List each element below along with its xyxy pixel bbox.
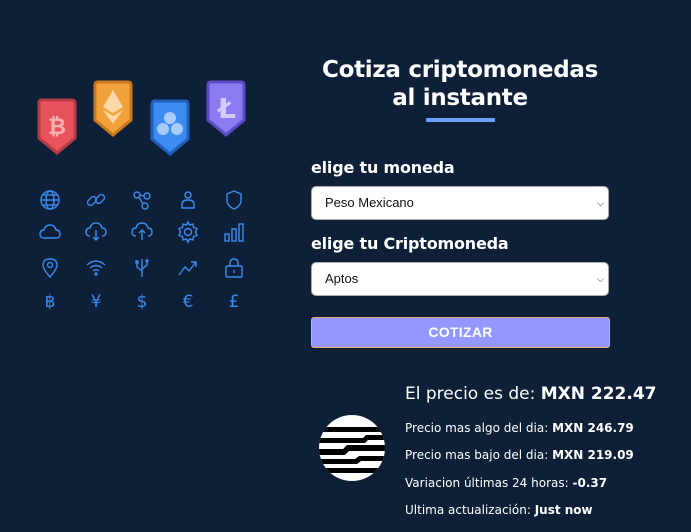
crypto-select-value: Aptos bbox=[325, 271, 359, 286]
change-line: Variacion últimas 24 horas: -0.37 bbox=[405, 476, 607, 490]
low-price-line: Precio mas bajo del dia: MXN 219.09 bbox=[405, 448, 634, 462]
updated-line: Ultima actualización: Just now bbox=[405, 503, 593, 517]
wifi-icon bbox=[84, 256, 108, 280]
ethereum-badge bbox=[93, 80, 133, 137]
bitcoin-badge: ₿ bbox=[37, 98, 77, 155]
svg-text:฿: ฿ bbox=[45, 292, 56, 312]
change-label: Variacion últimas 24 horas: bbox=[405, 476, 569, 490]
bar-chart-icon bbox=[222, 220, 246, 244]
shield-icon bbox=[222, 188, 246, 212]
low-price-label: Precio mas bajo del dia: bbox=[405, 448, 549, 462]
bitcoin-symbol-icon: ฿ bbox=[38, 288, 62, 312]
currency-label: elige tu moneda bbox=[311, 158, 455, 177]
svg-text:Ł: Ł bbox=[216, 92, 236, 125]
svg-text:$: $ bbox=[137, 292, 148, 312]
chevron-down-icon: ⌵ bbox=[597, 274, 604, 284]
svg-text:¥: ¥ bbox=[91, 292, 102, 312]
price-label: El precio es de: bbox=[405, 384, 536, 404]
location-pin-icon bbox=[38, 256, 62, 280]
globe-icon bbox=[38, 188, 62, 212]
title-underline bbox=[426, 118, 495, 122]
lock-icon bbox=[222, 256, 246, 280]
crypto-select[interactable]: Aptos ⌵ bbox=[311, 262, 609, 296]
svg-text:€: € bbox=[183, 292, 194, 312]
high-price-value: MXN 246.79 bbox=[552, 421, 634, 435]
ripple-badge bbox=[150, 99, 190, 156]
updated-label: Ultima actualización: bbox=[405, 503, 531, 517]
price-main: El precio es de: MXN 222.47 bbox=[405, 384, 657, 404]
crypto-label: elige tu Criptomoneda bbox=[311, 234, 509, 253]
crypto-illustration: ₿ Ł ฿ ¥ $ € £ bbox=[0, 0, 290, 532]
dollar-icon: $ bbox=[130, 288, 154, 312]
svg-text:£: £ bbox=[229, 292, 240, 312]
updated-value: Just now bbox=[534, 503, 593, 517]
cloud-icon bbox=[38, 220, 62, 244]
cloud-download-icon bbox=[84, 220, 108, 244]
chevron-down-icon: ⌵ bbox=[597, 198, 604, 208]
change-value: -0.37 bbox=[572, 476, 608, 490]
currency-select[interactable]: Peso Mexicano ⌵ bbox=[311, 186, 609, 220]
litecoin-badge: Ł bbox=[206, 80, 246, 137]
link-icon bbox=[84, 188, 108, 212]
cotizar-button[interactable]: COTIZAR bbox=[311, 317, 610, 348]
euro-icon: € bbox=[176, 288, 200, 312]
low-price-value: MXN 219.09 bbox=[552, 448, 634, 462]
pound-icon: £ bbox=[222, 288, 246, 312]
page-title: Cotiza criptomonedas al instante bbox=[321, 57, 598, 111]
price-value: MXN 222.47 bbox=[540, 384, 657, 404]
usb-icon bbox=[130, 256, 154, 280]
currency-select-value: Peso Mexicano bbox=[325, 195, 414, 210]
cloud-upload-icon bbox=[130, 220, 154, 244]
yen-icon: ¥ bbox=[84, 288, 108, 312]
person-icon bbox=[176, 188, 200, 212]
high-price-label: Precio mas algo del dia: bbox=[405, 421, 549, 435]
high-price-line: Precio mas algo del dia: MXN 246.79 bbox=[405, 421, 634, 435]
trend-up-icon bbox=[176, 256, 200, 280]
svg-text:₿: ₿ bbox=[48, 115, 66, 140]
gear-icon bbox=[176, 220, 200, 244]
molecule-icon bbox=[130, 188, 154, 212]
aptos-logo bbox=[319, 415, 385, 481]
